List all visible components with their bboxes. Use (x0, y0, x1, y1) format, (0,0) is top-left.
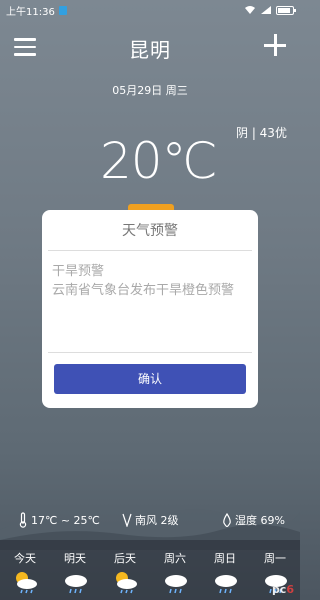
date-label: 05月29日 周三 (112, 84, 188, 97)
forecast-day-label: 今天 (14, 552, 36, 565)
forecast-day-label: 周六 (164, 552, 186, 565)
plus-icon[interactable] (264, 34, 286, 56)
forecast-day[interactable]: 明天 (50, 540, 100, 594)
forecast-day[interactable]: 周六 (150, 540, 200, 594)
watermark-prefix: pc (271, 583, 287, 596)
signal-icon (261, 6, 271, 14)
status-time: 上午11:36 (6, 6, 55, 18)
forecast-day[interactable]: 后天 (100, 540, 150, 594)
thermometer-icon (19, 512, 27, 528)
temp-range-item: 17℃ ~ 25℃ (18, 512, 100, 528)
humidity-label: 湿度 69% (235, 514, 285, 527)
current-temperature: 20℃ (100, 132, 218, 190)
dialog-message: 干旱预警 云南省气象台发布干旱橙色预警 (52, 264, 235, 298)
forecast-day-label: 明天 (64, 552, 86, 565)
wind-item: 南风 2级 (122, 512, 179, 528)
watermark-logo: pc6 (272, 583, 294, 596)
watermark-suffix: 6 (286, 583, 294, 596)
warning-dialog: 天气预警 干旱预警 云南省气象台发布干旱橙色预警 确认 (42, 210, 258, 408)
sun-cloud-rain-icon (16, 572, 37, 594)
forecast-day-label: 后天 (114, 552, 136, 565)
divider (48, 352, 252, 353)
dialog-title: 天气预警 (122, 223, 178, 239)
water-drop-icon (223, 513, 231, 527)
forecast-day-label: 周一 (264, 552, 286, 565)
cloud-rain-icon (65, 575, 87, 594)
temp-range: 17℃ ~ 25℃ (31, 513, 100, 527)
app-notification-icon (58, 5, 67, 15)
sun-cloud-rain-icon (116, 572, 137, 594)
forecast-day[interactable]: 周日 (200, 540, 250, 594)
cloud-rain-icon (165, 575, 187, 594)
status-bar: 上午11:36 (0, 0, 300, 20)
confirm-button[interactable]: 确认 (54, 364, 246, 394)
wind-label: 南风 2级 (135, 514, 179, 527)
forecast-day[interactable]: 周一 (250, 540, 300, 594)
cloud-rain-icon (215, 575, 237, 594)
status-icons (244, 5, 296, 15)
city-title: 昆明 (129, 38, 171, 62)
humidity-item: 湿度 69% (222, 512, 285, 528)
wind-icon (122, 513, 132, 527)
battery-icon (276, 5, 296, 15)
condition-aqi-label[interactable]: 阴 | 43优 (236, 124, 287, 141)
forecast-day-label: 周日 (214, 552, 236, 565)
weather-summary: 17℃ ~ 25℃ 南风 2级 湿度 69% (0, 512, 300, 532)
divider (48, 250, 252, 251)
forecast-strip: 今天 明天 后天 周六 周日 周一 pc6 (0, 540, 300, 600)
wifi-icon (245, 6, 255, 14)
forecast-day[interactable]: 今天 (0, 540, 50, 594)
header: 昆明 (0, 30, 300, 66)
